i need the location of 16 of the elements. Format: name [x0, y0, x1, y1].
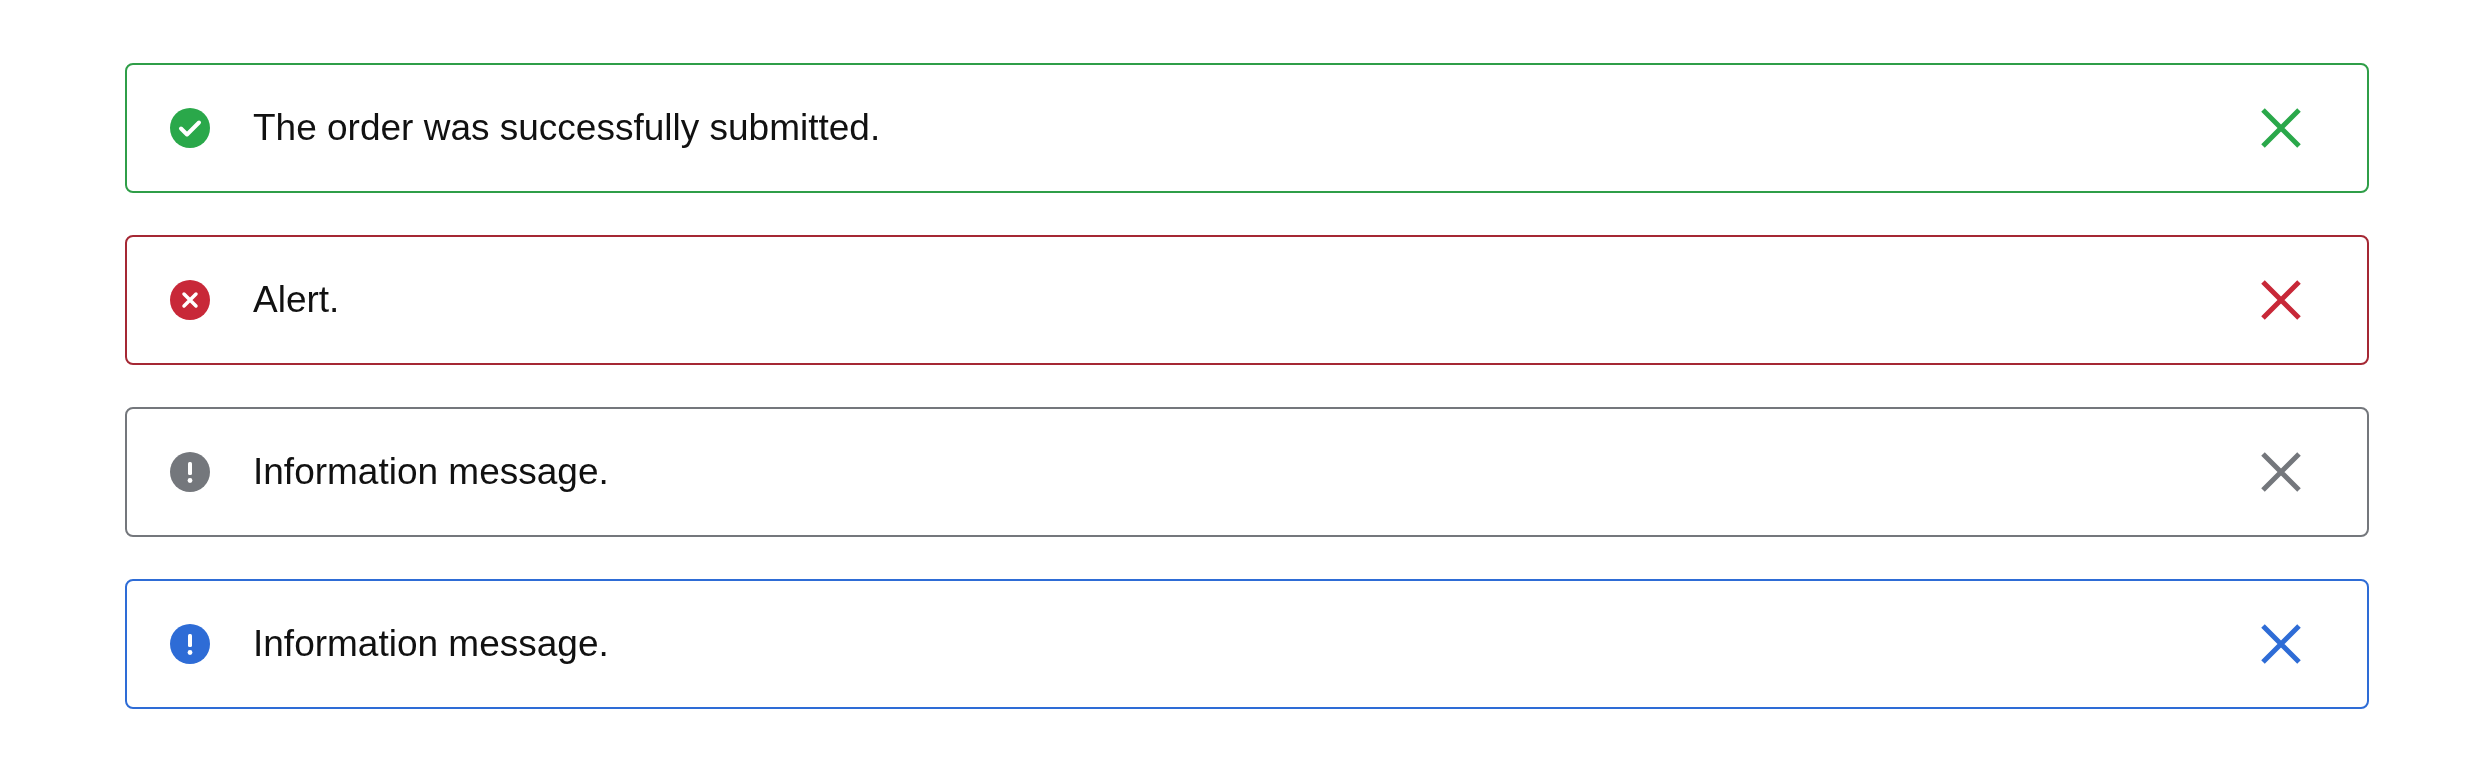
close-icon — [2259, 450, 2303, 494]
alert-message: Information message. — [253, 451, 610, 493]
check-circle-icon — [170, 108, 210, 148]
close-button[interactable] — [2259, 622, 2303, 666]
alert-message: Alert. — [253, 279, 341, 321]
exclamation-circle-icon — [170, 452, 210, 492]
close-icon — [2259, 622, 2303, 666]
close-button[interactable] — [2259, 106, 2303, 150]
error-circle-icon — [170, 280, 210, 320]
close-button[interactable] — [2259, 450, 2303, 494]
close-button[interactable] — [2259, 278, 2303, 322]
alert-message: Information message. — [253, 623, 610, 665]
exclamation-circle-icon — [170, 624, 210, 664]
close-icon — [2259, 106, 2303, 150]
close-icon — [2259, 278, 2303, 322]
alert-message: The order was successfully submitted. — [253, 107, 882, 149]
